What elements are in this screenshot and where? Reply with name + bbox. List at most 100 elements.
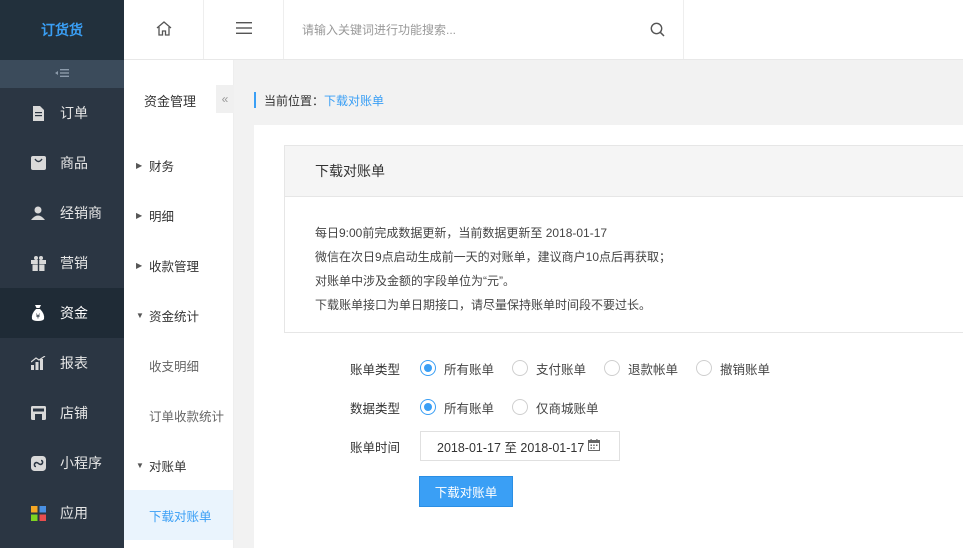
breadcrumb-current-link[interactable]: 下载对账单 [324,92,384,109]
search-icon[interactable] [650,22,665,40]
sub-item-fund-statistics[interactable]: ▼ 资金统计 [124,290,233,340]
breadcrumb: 当前位置： 下载对账单 [254,92,384,108]
sidebar-item-label: 订单 [60,105,88,121]
search-area [284,0,684,59]
radio-label: 仅商城账单 [536,401,599,416]
data-type-label: 数据类型 [350,401,401,416]
bill-type-radio-refund[interactable]: 退款帐单 [604,359,678,378]
info-panel: 下载对账单 每日9:00前完成数据更新，当前数据更新至 2018-01-17 微… [284,145,963,333]
panel-title: 下载对账单 [285,146,963,197]
top-bar [124,0,963,60]
sidebar-item-label: 资金 [60,305,88,321]
radio-unchecked-icon [696,360,713,376]
bill-type-row: 账单类型 所有账单 支付账单 退款帐单 撤销账单 [350,353,788,383]
sub-item-label: 明细 [149,209,175,224]
caret-down-icon: ▼ [136,460,144,470]
sidebar-item-store[interactable]: 店铺 [0,388,124,438]
sidebar-item-label: 店铺 [60,405,88,421]
sidebar-collapse-toggle[interactable] [0,60,124,88]
main-sidebar: 订货货 订单 商品 经销商 营销 ¥ 资金 报表 店铺 小程序 应用 [0,0,124,548]
bill-time-row: 账单时间 2018-01-17 至 2018-01-17 [350,431,620,461]
sub-item-payment-management[interactable]: ▶ 收款管理 [124,240,233,290]
document-icon [30,105,46,121]
radio-label: 所有账单 [444,401,495,416]
apps-icon [30,505,46,521]
bill-type-radio-all[interactable]: 所有账单 [420,359,494,378]
menu-toggle-button[interactable] [204,0,284,59]
sub-item-label: 财务 [149,159,175,174]
sidebar-item-label: 经销商 [60,205,102,221]
sidebar-item-label: 应用 [60,505,88,521]
data-type-row: 数据类型 所有账单 仅商城账单 [350,392,617,422]
sidebar-item-mini-program[interactable]: 小程序 [0,438,124,488]
bag-icon [30,155,46,171]
sidebar-item-marketing[interactable]: 营销 [0,238,124,288]
sub-item-label: 收款管理 [149,259,200,274]
sidebar-item-label: 小程序 [60,455,102,471]
sub-item-download-statement[interactable]: 下载对账单 [124,490,233,540]
breadcrumb-prefix: 当前位置： [264,93,325,108]
collapse-menu-icon [55,68,69,81]
money-bag-icon: ¥ [30,305,46,321]
bill-type-radio-revoke[interactable]: 撤销账单 [696,359,770,378]
sub-item-statements[interactable]: ▼ 对账单 [124,440,233,490]
sidebar-item-orders[interactable]: 订单 [0,88,124,138]
radio-label: 所有账单 [444,362,495,377]
sidebar-item-label: 报表 [60,355,88,371]
hamburger-icon [235,22,252,37]
sub-item-label: 资金统计 [149,309,200,324]
bill-type-radio-payment[interactable]: 支付账单 [512,359,586,378]
radio-unchecked-icon [512,360,529,376]
main-content: 当前位置： 下载对账单 下载对账单 每日9:00前完成数据更新，当前数据更新至 … [234,60,963,548]
sidebar-item-reports[interactable]: 报表 [0,338,124,388]
sub-item-label: 对账单 [149,459,187,474]
download-statement-button[interactable]: 下载对账单 [419,476,513,507]
note-line: 微信在次日9点启动生成前一天的对账单，建议商户10点后再获取； [315,250,672,264]
sidebar-item-distributors[interactable]: 经销商 [0,188,124,238]
store-icon [30,405,46,421]
sidebar-item-products[interactable]: 商品 [0,138,124,188]
sidebar-item-label: 营销 [60,255,88,271]
radio-unchecked-icon [604,360,621,376]
radio-checked-icon [420,360,436,376]
caret-right-icon: ▶ [136,210,143,220]
radio-label: 退款帐单 [628,362,679,377]
caret-right-icon: ▶ [136,260,143,270]
gift-icon [30,255,46,271]
sub-item-finance[interactable]: ▶ 财务 [124,140,233,190]
note-line: 对账单中涉及金额的字段单位为“元”。 [315,274,515,288]
caret-right-icon: ▶ [136,160,143,170]
sidebar-item-label: 商品 [60,155,88,171]
sub-item-details[interactable]: ▶ 明细 [124,190,233,240]
secondary-sidebar-collapse-button[interactable]: « [216,85,234,113]
secondary-sidebar: 资金管理 « ▶ 财务 ▶ 明细 ▶ 收款管理 ▼ 资金统计 收支明细 订单收款… [124,60,234,548]
user-icon [30,205,46,221]
date-range-picker[interactable]: 2018-01-17 至 2018-01-17 [420,431,620,461]
sub-item-income-expense-details[interactable]: 收支明细 [124,340,233,390]
home-icon [156,20,172,39]
sub-item-order-payment-statistics[interactable]: 订单收款统计 [124,390,233,440]
sidebar-item-funds[interactable]: ¥ 资金 [0,288,124,338]
note-line: 下载账单接口为单日期接口，请尽量保持账单时间段不要过长。 [315,298,652,312]
note-line: 每日9:00前完成数据更新，当前数据更新至 2018-01-17 [315,226,608,240]
sidebar-item-apps[interactable]: 应用 [0,488,124,538]
search-input[interactable] [302,14,642,45]
bill-time-label: 账单时间 [350,440,401,455]
radio-label: 撤销账单 [720,362,771,377]
svg-text:¥: ¥ [36,313,41,321]
caret-down-icon: ▼ [136,310,144,320]
date-range-value: 2018-01-17 至 2018-01-17 [437,440,585,455]
double-chevron-left-icon: « [221,92,229,106]
home-button[interactable] [124,0,204,59]
app-logo: 订货货 [0,0,124,60]
radio-checked-icon [420,399,436,415]
content-card: 下载对账单 每日9:00前完成数据更新，当前数据更新至 2018-01-17 微… [254,125,963,548]
bar-chart-icon [30,355,46,371]
radio-label: 支付账单 [536,362,587,377]
sub-item-label: 订单收款统计 [149,409,225,424]
data-type-radio-all[interactable]: 所有账单 [420,398,494,417]
calendar-icon [588,438,601,454]
data-type-radio-mall-only[interactable]: 仅商城账单 [512,398,599,417]
bill-type-label: 账单类型 [350,362,401,377]
sub-item-label: 下载对账单 [149,509,212,524]
